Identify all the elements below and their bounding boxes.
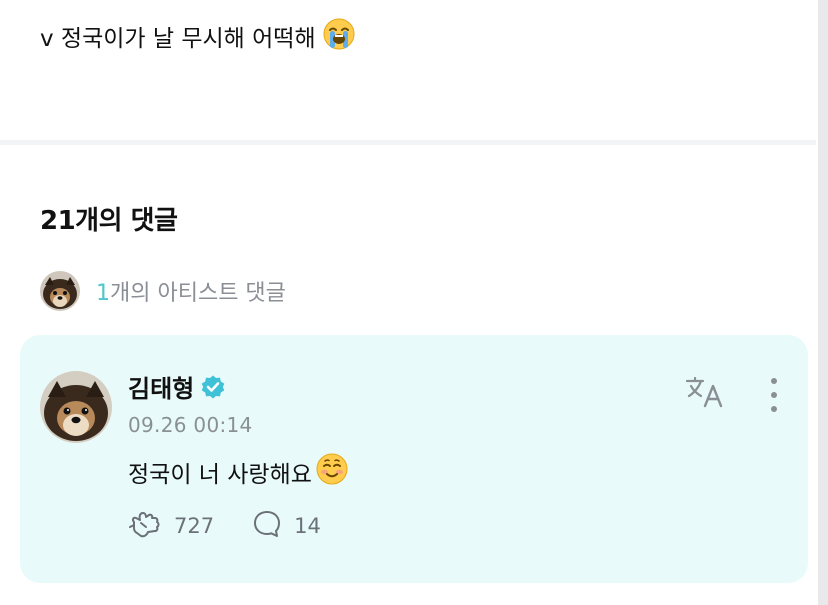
artist-avatar <box>40 271 80 311</box>
section-divider <box>0 140 816 145</box>
post-text-row: v 정국이가 날 무시해 어떡해 <box>40 18 355 61</box>
comment-text: 정국이 너 사랑해요 <box>128 462 312 488</box>
like-count: 727 <box>174 514 215 538</box>
author-name[interactable]: 김태형 <box>128 369 194 404</box>
more-vertical-icon <box>762 378 786 419</box>
smiling-face-emoji-icon <box>316 453 348 491</box>
reply-button[interactable]: 14 <box>252 509 321 544</box>
verified-badge-icon <box>200 374 226 400</box>
artist-comments-filter[interactable]: 1개의 아티스트 댓글 <box>40 270 286 312</box>
translate-button[interactable] <box>684 375 728 409</box>
artist-comment-card: 김태형 09.26 00:14 정국이 너 사랑해요 727 14 <box>20 335 808 583</box>
post-text: v 정국이가 날 무시해 어떡해 <box>40 26 316 52</box>
reply-count: 14 <box>294 514 321 538</box>
chat-bubble-icon <box>252 509 282 544</box>
author-name-row: 김태형 <box>128 369 226 404</box>
more-options-button[interactable] <box>762 375 786 415</box>
artist-comment-label-text: 개의 아티스트 댓글 <box>110 281 286 306</box>
comment-body: 정국이 너 사랑해요 <box>128 453 348 491</box>
artist-comments-label: 1개의 아티스트 댓글 <box>96 275 286 307</box>
like-button[interactable]: 727 <box>128 509 214 544</box>
comment-count-heading: 21개의 댓글 <box>40 206 178 236</box>
crying-face-emoji-icon <box>323 18 355 61</box>
like-hand-icon <box>128 509 162 544</box>
translate-icon <box>684 376 728 413</box>
author-avatar[interactable] <box>40 371 112 443</box>
comment-stats: 727 14 <box>128 509 359 543</box>
artist-comment-count: 1 <box>96 281 110 306</box>
scrollbar[interactable] <box>818 0 828 605</box>
comment-timestamp: 09.26 00:14 <box>128 413 253 437</box>
